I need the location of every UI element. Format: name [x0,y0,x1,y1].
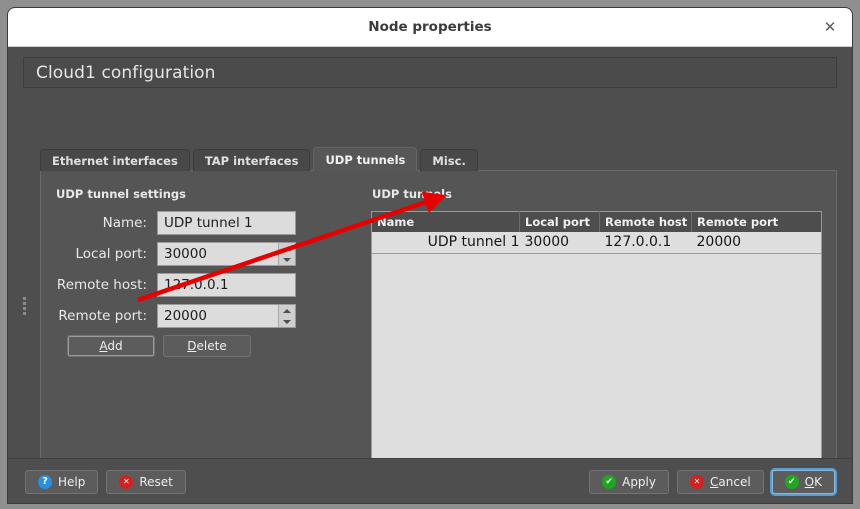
udp-tunnels-table[interactable]: Name Local port Remote host Remote port … [371,211,822,254]
delete-button-mnemonic: D [187,339,197,353]
remote-port-input-value: 20000 [164,308,207,324]
form-row-name: Name: UDP tunnel 1 [55,211,345,235]
node-properties-window: Node properties ✕ Cloud1 configuration E… [8,8,852,503]
cell-name: UDP tunnel 1 [427,234,520,251]
form-button-row: Add Delete [55,335,345,357]
dialog-button-bar: Help Reset Apply Cancel [8,458,852,503]
ok-button[interactable]: OK [771,470,835,494]
form-row-local-port: Local port: 30000 [55,242,345,266]
splitter-handle[interactable] [21,295,28,321]
cell-remote-host: 127.0.0.1 [604,234,672,251]
close-icon[interactable]: ✕ [820,17,840,37]
cancel-button-label: ancel [718,475,751,489]
cross-icon [690,475,704,489]
local-port-stepper[interactable] [278,243,295,265]
tabs-container: Ethernet interfaces TAP interfaces UDP t… [40,147,837,478]
reset-button-label: Reset [139,475,173,489]
splitter-dot [23,302,26,305]
ok-button-label: K [814,475,822,489]
delete-button-label: elete [196,339,227,353]
form-row-remote-port: Remote port: 20000 [55,304,345,328]
tab-panel-udp-tunnels: UDP tunnel settings Name: UDP tunnel 1 L… [40,170,837,478]
name-input-value: UDP tunnel 1 [164,215,253,231]
table-row[interactable]: UDP tunnel 1 30000 127.0.0.1 20000 [372,232,822,253]
check-icon [602,475,617,489]
column-header-local-port[interactable]: Local port [519,211,600,232]
apply-button[interactable]: Apply [589,470,669,494]
stepper-down-icon[interactable] [279,254,295,265]
stepper-up-icon[interactable] [279,243,295,254]
tab-ethernet-interfaces[interactable]: Ethernet interfaces [40,149,190,171]
window-title: Node properties [368,19,492,35]
stepper-up-icon[interactable] [279,305,295,316]
udp-tunnel-settings-form: Name: UDP tunnel 1 Local port: 30000 Rem… [55,211,345,357]
remote-port-stepper[interactable] [278,305,295,327]
udp-tunnel-settings-label: UDP tunnel settings [56,187,186,201]
splitter-dot [23,312,26,315]
remote-port-input[interactable]: 20000 [157,304,296,328]
help-button-label: Help [58,475,86,489]
remote-port-label: Remote port: [58,308,147,324]
title-bar: Node properties ✕ [8,8,852,47]
right-button-group: Apply Cancel OK [589,470,835,494]
remote-host-input-value: 127.0.0.1 [164,277,229,293]
screen: Node properties ✕ Cloud1 configuration E… [0,0,860,509]
config-header: Cloud1 configuration [23,57,837,88]
tab-tap-interfaces[interactable]: TAP interfaces [192,149,311,171]
check-icon [784,475,799,489]
table-empty-area[interactable] [371,253,822,478]
left-button-group: Help Reset [25,470,186,494]
remote-host-input[interactable]: 127.0.0.1 [157,273,296,297]
udp-tunnels-table-container: Name Local port Remote host Remote port … [371,211,822,478]
column-header-remote-port[interactable]: Remote port [691,211,822,232]
cell-local-port: 30000 [524,234,570,251]
help-icon [38,475,52,489]
form-row-remote-host: Remote host: 127.0.0.1 [55,273,345,297]
remote-host-label: Remote host: [56,277,147,293]
apply-button-label: Apply [622,475,656,489]
column-header-name[interactable]: Name [371,211,520,232]
splitter-dot [23,307,26,310]
splitter-dot [23,297,26,300]
cancel-button[interactable]: Cancel [677,470,764,494]
add-button-label: dd [107,339,123,353]
delete-button[interactable]: Delete [163,335,251,357]
config-header-label: Cloud1 configuration [36,62,216,83]
cell-remote-port: 20000 [696,234,742,251]
local-port-label: Local port: [75,246,147,262]
local-port-input[interactable]: 30000 [157,242,296,266]
stepper-down-icon[interactable] [279,316,295,327]
table-header-row: Name Local port Remote host Remote port [371,211,822,232]
dialog-body: Cloud1 configuration Ethernet interfaces… [8,47,852,503]
add-button[interactable]: Add [67,335,155,357]
cross-icon [119,475,134,489]
udp-tunnels-label: UDP tunnels [372,187,452,201]
tab-misc[interactable]: Misc. [420,149,478,171]
column-header-remote-host[interactable]: Remote host [599,211,692,232]
name-input[interactable]: UDP tunnel 1 [157,211,296,235]
help-button[interactable]: Help [25,470,99,494]
local-port-input-value: 30000 [164,246,207,262]
ok-button-mnemonic: O [804,475,815,489]
name-label: Name: [102,215,147,231]
reset-button[interactable]: Reset [106,470,186,494]
tab-udp-tunnels[interactable]: UDP tunnels [313,147,418,171]
tab-bar: Ethernet interfaces TAP interfaces UDP t… [40,147,837,171]
